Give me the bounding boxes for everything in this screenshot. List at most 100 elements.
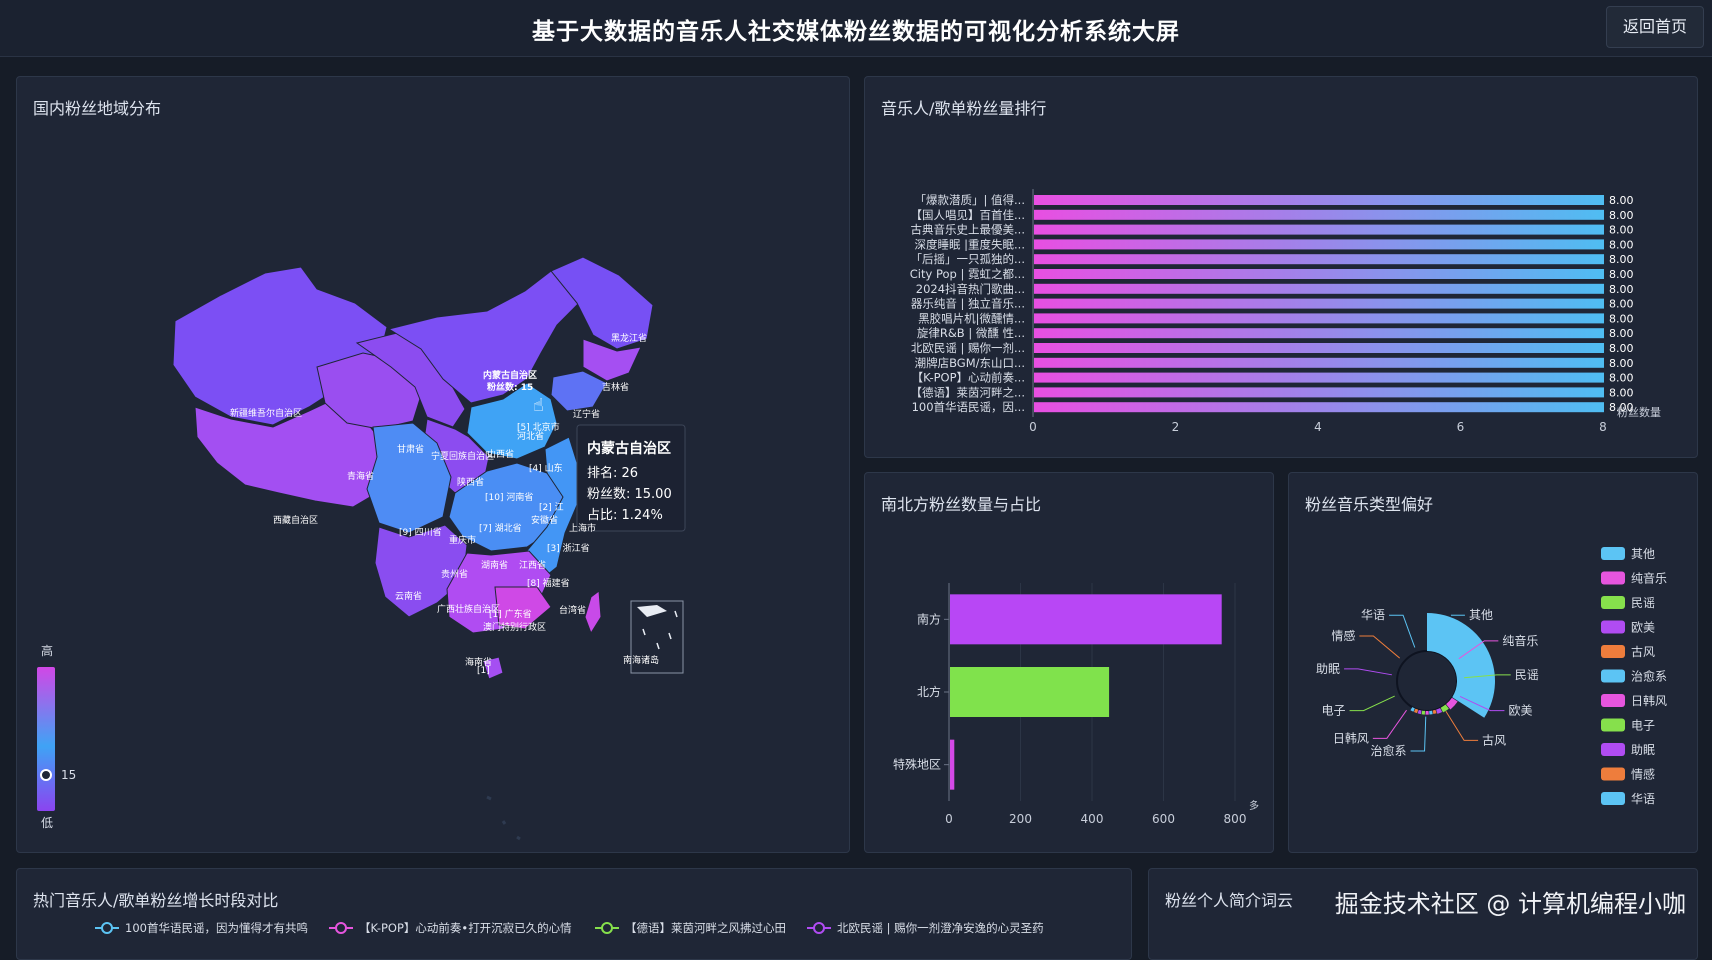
genre-legend-label[interactable]: 治愈系 bbox=[1631, 669, 1667, 684]
genre-legend-swatch[interactable] bbox=[1601, 767, 1625, 781]
genre-chart[interactable]: 其他纯音乐民谣欧美古风治愈系日韩风电子助眠情感华语其他纯音乐民谣欧美古风治愈系日… bbox=[1289, 473, 1697, 852]
map-tooltip-title: 内蒙古自治区 bbox=[587, 440, 671, 457]
genre-leader-line bbox=[1349, 695, 1395, 712]
north-south-x-tick: 800 bbox=[1224, 812, 1247, 826]
ranking-bar[interactable] bbox=[1034, 372, 1604, 383]
growth-panel: 热门音乐人/歌单粉丝增长时段对比 100首华语民谣，因为懂得才有共鸣 【K-POP… bbox=[16, 868, 1132, 960]
north-south-bar[interactable] bbox=[950, 739, 955, 790]
genre-legend-swatch[interactable] bbox=[1601, 571, 1625, 585]
label-south-sea: 南海诸岛 bbox=[623, 654, 659, 666]
ranking-bar[interactable] bbox=[1034, 387, 1604, 398]
label-xinjiang: 新疆维吾尔自治区 bbox=[230, 407, 302, 419]
ranking-bar[interactable] bbox=[1034, 328, 1604, 339]
label-neimenggu-fans: 粉丝数: 15 bbox=[487, 381, 533, 393]
genre-outer-label: 欧美 bbox=[1508, 704, 1532, 718]
ranking-bar[interactable] bbox=[1034, 195, 1604, 205]
genre-leader-line bbox=[1372, 709, 1407, 739]
ranking-x-tick: 4 bbox=[1314, 420, 1322, 434]
genre-slice[interactable] bbox=[1425, 710, 1429, 715]
ranking-bar[interactable] bbox=[1034, 313, 1604, 324]
label-shanghai: 上海市 bbox=[569, 522, 596, 534]
ranking-bar[interactable] bbox=[1034, 283, 1604, 294]
growth-legend-label[interactable]: 100首华语民谣，因为懂得才有共鸣 bbox=[125, 921, 308, 935]
ranking-bar[interactable] bbox=[1034, 402, 1604, 413]
ranking-value-label: 8.00 bbox=[1609, 253, 1634, 266]
label-neimenggu: 内蒙古自治区 bbox=[483, 369, 537, 381]
visual-map-low: 低 bbox=[41, 816, 53, 830]
ranking-category-label: 古典音乐史上最優美... bbox=[911, 223, 1025, 237]
genre-legend-swatch[interactable] bbox=[1601, 669, 1625, 683]
genre-slice[interactable] bbox=[1421, 710, 1426, 715]
genre-legend-label[interactable]: 其他 bbox=[1631, 547, 1655, 561]
genre-slice[interactable] bbox=[1429, 710, 1433, 715]
genre-legend-label[interactable]: 欧美 bbox=[1631, 621, 1655, 635]
region-taiwan[interactable] bbox=[584, 590, 602, 635]
ranking-value-label: 8.00 bbox=[1609, 357, 1634, 370]
genre-leader-line bbox=[1445, 710, 1479, 741]
growth-legend-label[interactable]: 【K-POP】心动前奏•打开沉寂已久的心情 bbox=[359, 921, 572, 935]
back-home-button[interactable]: 返回首页 bbox=[1606, 6, 1704, 48]
genre-legend-label[interactable]: 日韩风 bbox=[1631, 693, 1667, 708]
genre-outer-label: 民谣 bbox=[1515, 668, 1539, 682]
ranking-bar[interactable] bbox=[1034, 239, 1604, 250]
hand-cursor-icon: ☝ bbox=[533, 395, 544, 416]
genre-leader-line bbox=[1410, 716, 1427, 752]
north-south-x-tick: 200 bbox=[1009, 812, 1032, 826]
ranking-chart[interactable]: 粉丝数量 「爆款潜质」| 值得... 8.00【国人唱见】百首佳... 8.00古典… bbox=[865, 77, 1697, 457]
growth-legend-label[interactable]: 【德语】莱茵河畔之风拂过心田 bbox=[625, 921, 786, 935]
genre-legend-swatch[interactable] bbox=[1601, 792, 1625, 805]
growth-legend-marker[interactable] bbox=[101, 922, 113, 934]
genre-legend-label[interactable]: 助眠 bbox=[1631, 743, 1655, 757]
genre-outer-label: 纯音乐 bbox=[1502, 633, 1538, 648]
label-jilin: 吉林省 bbox=[602, 381, 629, 393]
label-chongqing: 重庆市 bbox=[449, 534, 476, 546]
growth-legend[interactable]: 100首华语民谣，因为懂得才有共鸣 【K-POP】心动前奏•打开沉寂已久的心情 【德… bbox=[17, 869, 1131, 959]
genre-legend-swatch[interactable] bbox=[1601, 620, 1625, 634]
ranking-bar[interactable] bbox=[1034, 343, 1604, 353]
genre-legend-label[interactable]: 华语 bbox=[1631, 792, 1655, 806]
genre-legend-label[interactable]: 电子 bbox=[1631, 719, 1655, 733]
north-south-chart[interactable]: 多 0 200 400 600 800 南方北方特殊地区 bbox=[865, 473, 1273, 852]
ranking-value-label: 8.00 bbox=[1609, 283, 1634, 296]
ranking-category-label: City Pop | 霓虹之都... bbox=[910, 267, 1025, 281]
ranking-bar[interactable] bbox=[1034, 357, 1604, 368]
label-anhui: 安徽省 bbox=[531, 514, 558, 526]
genre-leader-line bbox=[1389, 614, 1416, 648]
ranking-bar[interactable] bbox=[1034, 298, 1604, 309]
label-yunnan: 云南省 bbox=[395, 590, 422, 602]
region-liaoning[interactable] bbox=[550, 370, 608, 412]
growth-legend-marker[interactable] bbox=[335, 922, 347, 934]
genre-legend-swatch[interactable] bbox=[1601, 718, 1625, 732]
visual-map-bar[interactable] bbox=[37, 667, 55, 811]
north-south-bar[interactable] bbox=[950, 594, 1222, 645]
growth-legend-marker[interactable] bbox=[601, 922, 613, 934]
ranking-bar[interactable] bbox=[1034, 224, 1604, 235]
label-qinghai: 青海省 bbox=[347, 470, 374, 482]
label-shanxi: 山西省 bbox=[487, 448, 514, 460]
ranking-x-tick: 0 bbox=[1029, 420, 1037, 434]
label-shaanxi: 陕西省 bbox=[457, 476, 484, 488]
genre-legend-label[interactable]: 古风 bbox=[1631, 644, 1655, 659]
ranking-bar[interactable] bbox=[1034, 269, 1604, 279]
growth-legend-marker[interactable] bbox=[813, 922, 825, 934]
ranking-category-label: 【国人唱见】百首佳... bbox=[911, 208, 1025, 222]
south-sea-island bbox=[637, 605, 667, 617]
genre-legend-swatch[interactable] bbox=[1601, 743, 1625, 756]
genre-legend-label[interactable]: 民谣 bbox=[1631, 596, 1655, 610]
label-jiangsu: [2] 江 bbox=[539, 502, 564, 513]
north-south-bar[interactable] bbox=[950, 667, 1110, 717]
genre-legend-swatch[interactable] bbox=[1601, 645, 1625, 658]
genre-legend-label[interactable]: 纯音乐 bbox=[1631, 571, 1667, 586]
ranking-bar[interactable] bbox=[1034, 209, 1604, 220]
genre-legend-swatch[interactable] bbox=[1601, 547, 1625, 560]
visual-map-handle[interactable] bbox=[40, 769, 52, 781]
ranking-value-label: 8.00 bbox=[1609, 342, 1634, 355]
growth-legend-label[interactable]: 北欧民谣 | 赐你一剂澄净安逸的心灵圣药 bbox=[837, 921, 1044, 935]
genre-legend-label[interactable]: 情感 bbox=[1631, 767, 1655, 782]
page-title: 基于大数据的音乐人社交媒体粉丝数据的可视化分析系统大屏 bbox=[532, 19, 1180, 45]
china-map[interactable]: 内蒙古自治区 排名: 26 粉丝数: 15.00 占比: 1.24% ☝ 新疆维… bbox=[17, 77, 849, 852]
genre-legend-swatch[interactable] bbox=[1601, 596, 1625, 609]
genre-legend-swatch[interactable] bbox=[1601, 694, 1625, 707]
genre-slice[interactable] bbox=[1427, 613, 1495, 718]
ranking-bar[interactable] bbox=[1034, 254, 1604, 265]
